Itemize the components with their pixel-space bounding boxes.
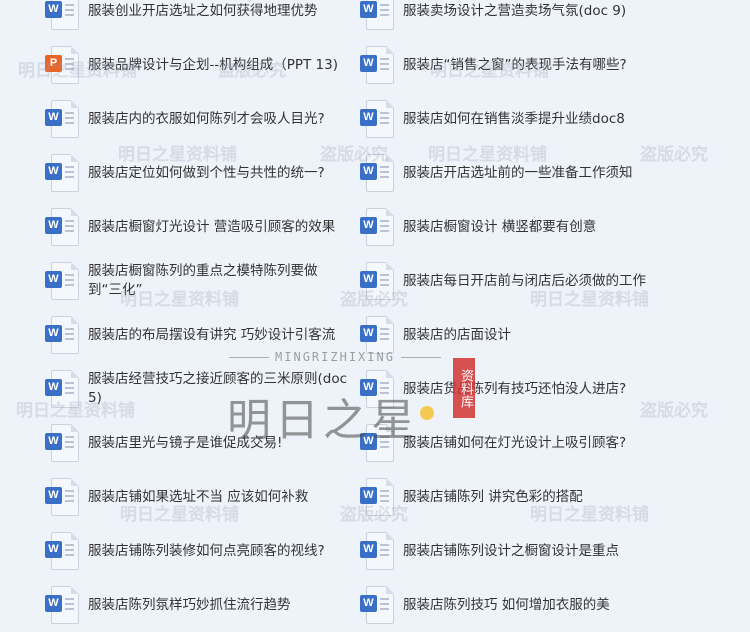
ppt-file-icon: P bbox=[45, 46, 79, 84]
file-name: 服装品牌设计与企划--机构组成（PPT 13) bbox=[88, 56, 339, 73]
file-name: 服装店陈列氛样巧妙抓住流行趋势 bbox=[88, 596, 291, 613]
word-file-icon: W bbox=[360, 0, 394, 30]
file-item[interactable]: W 服装店每日开店前与闭店后必须做的工作 bbox=[360, 254, 750, 308]
word-file-icon: W bbox=[45, 100, 79, 138]
word-file-icon: W bbox=[360, 586, 394, 624]
file-item[interactable]: W 服装店铺陈列设计之橱窗设计是重点 bbox=[360, 524, 750, 578]
file-item[interactable]: W 服装店开店选址前的一些准备工作须知 bbox=[360, 146, 750, 200]
file-name: 服装店陈列技巧 如何增加衣服的美 bbox=[403, 596, 610, 613]
word-file-icon: W bbox=[360, 262, 394, 300]
file-item[interactable]: W 服装创业开店选址之如何获得地理优势 bbox=[0, 0, 360, 38]
file-name: 服装创业开店选址之如何获得地理优势 bbox=[88, 2, 318, 19]
file-item[interactable]: P 服装品牌设计与企划--机构组成（PPT 13) bbox=[0, 38, 360, 92]
file-name: 服装店铺如果选址不当 应该如何补救 bbox=[88, 488, 309, 505]
file-item[interactable]: W 服装店如何在销售淡季提升业绩doc8 bbox=[360, 92, 750, 146]
file-item[interactable]: W 服装卖场设计之营造卖场气氛(doc 9) bbox=[360, 0, 750, 38]
word-file-icon: W bbox=[45, 532, 79, 570]
file-item[interactable]: W 服装店经营技巧之接近顾客的三米原则(doc 5) bbox=[0, 362, 360, 416]
file-item[interactable]: W 服装店橱窗陈列的重点之模特陈列要做到“三化” bbox=[0, 254, 360, 308]
file-item[interactable]: W 服装店铺陈列 讲究色彩的搭配 bbox=[360, 470, 750, 524]
word-file-icon: W bbox=[360, 316, 394, 354]
word-file-icon: W bbox=[45, 154, 79, 192]
word-file-icon: W bbox=[360, 532, 394, 570]
file-name: 服装店内的衣服如何陈列才会吸人目光? bbox=[88, 110, 325, 127]
file-name: 服装店铺如何在灯光设计上吸引顾客? bbox=[403, 434, 627, 451]
word-file-icon: W bbox=[360, 154, 394, 192]
file-name: 服装店“销售之窗”的表现手法有哪些? bbox=[403, 56, 627, 73]
word-file-icon: W bbox=[45, 0, 79, 30]
word-file-icon: W bbox=[45, 316, 79, 354]
file-item[interactable]: W 服装店陈列氛样巧妙抓住流行趋势 bbox=[0, 578, 360, 632]
file-name: 服装卖场设计之营造卖场气氛(doc 9) bbox=[403, 2, 627, 19]
file-name: 服装店橱窗灯光设计 营造吸引顾客的效果 bbox=[88, 218, 336, 235]
word-file-icon: W bbox=[360, 100, 394, 138]
file-item[interactable]: W 服装店内的衣服如何陈列才会吸人目光? bbox=[0, 92, 360, 146]
file-item[interactable]: W 服装店铺陈列装修如何点亮顾客的视线? bbox=[0, 524, 360, 578]
file-item[interactable]: W 服装店的店面设计 bbox=[360, 308, 750, 362]
file-name: 服装店的布局摆设有讲究 巧妙设计引客流 bbox=[88, 326, 336, 343]
file-name: 服装店货品陈列有技巧还怕没人进店? bbox=[403, 380, 627, 397]
word-file-icon: W bbox=[360, 208, 394, 246]
word-file-icon: W bbox=[45, 262, 79, 300]
file-name: 服装店橱窗设计 横竖都要有创意 bbox=[403, 218, 597, 235]
word-file-icon: W bbox=[45, 586, 79, 624]
file-name: 服装店铺陈列 讲究色彩的搭配 bbox=[403, 488, 583, 505]
file-name: 服装店里光与镜子是谁促成交易! bbox=[88, 434, 283, 451]
file-item[interactable]: W 服装店陈列技巧 如何增加衣服的美 bbox=[360, 578, 750, 632]
file-grid: W 服装创业开店选址之如何获得地理优势 W 服装卖场设计之营造卖场气氛(doc 9) P… bbox=[0, 0, 750, 632]
word-file-icon: W bbox=[45, 370, 79, 408]
word-file-icon: W bbox=[45, 208, 79, 246]
file-item[interactable]: W 服装店铺如果选址不当 应该如何补救 bbox=[0, 470, 360, 524]
file-name: 服装店铺陈列装修如何点亮顾客的视线? bbox=[88, 542, 325, 559]
file-item[interactable]: W 服装店的布局摆设有讲究 巧妙设计引客流 bbox=[0, 308, 360, 362]
word-file-icon: W bbox=[45, 424, 79, 462]
file-item[interactable]: W 服装店定位如何做到个性与共性的统一? bbox=[0, 146, 360, 200]
file-item[interactable]: W 服装店里光与镜子是谁促成交易! bbox=[0, 416, 360, 470]
file-name: 服装店经营技巧之接近顾客的三米原则(doc 5) bbox=[88, 371, 348, 406]
file-item[interactable]: W 服装店橱窗设计 横竖都要有创意 bbox=[360, 200, 750, 254]
word-file-icon: W bbox=[360, 370, 394, 408]
file-item[interactable]: W 服装店货品陈列有技巧还怕没人进店? bbox=[360, 362, 750, 416]
file-name: 服装店如何在销售淡季提升业绩doc8 bbox=[403, 110, 625, 127]
word-file-icon: W bbox=[360, 478, 394, 516]
file-item[interactable]: W 服装店铺如何在灯光设计上吸引顾客? bbox=[360, 416, 750, 470]
file-name: 服装店开店选址前的一些准备工作须知 bbox=[403, 164, 633, 181]
file-name: 服装店橱窗陈列的重点之模特陈列要做到“三化” bbox=[88, 263, 318, 298]
word-file-icon: W bbox=[45, 478, 79, 516]
word-file-icon: W bbox=[360, 424, 394, 462]
file-item[interactable]: W 服装店橱窗灯光设计 营造吸引顾客的效果 bbox=[0, 200, 360, 254]
file-name: 服装店铺陈列设计之橱窗设计是重点 bbox=[403, 542, 619, 559]
file-item[interactable]: W 服装店“销售之窗”的表现手法有哪些? bbox=[360, 38, 750, 92]
file-name: 服装店每日开店前与闭店后必须做的工作 bbox=[403, 272, 646, 289]
file-name: 服装店的店面设计 bbox=[403, 326, 511, 343]
file-name: 服装店定位如何做到个性与共性的统一? bbox=[88, 164, 325, 181]
word-file-icon: W bbox=[360, 46, 394, 84]
